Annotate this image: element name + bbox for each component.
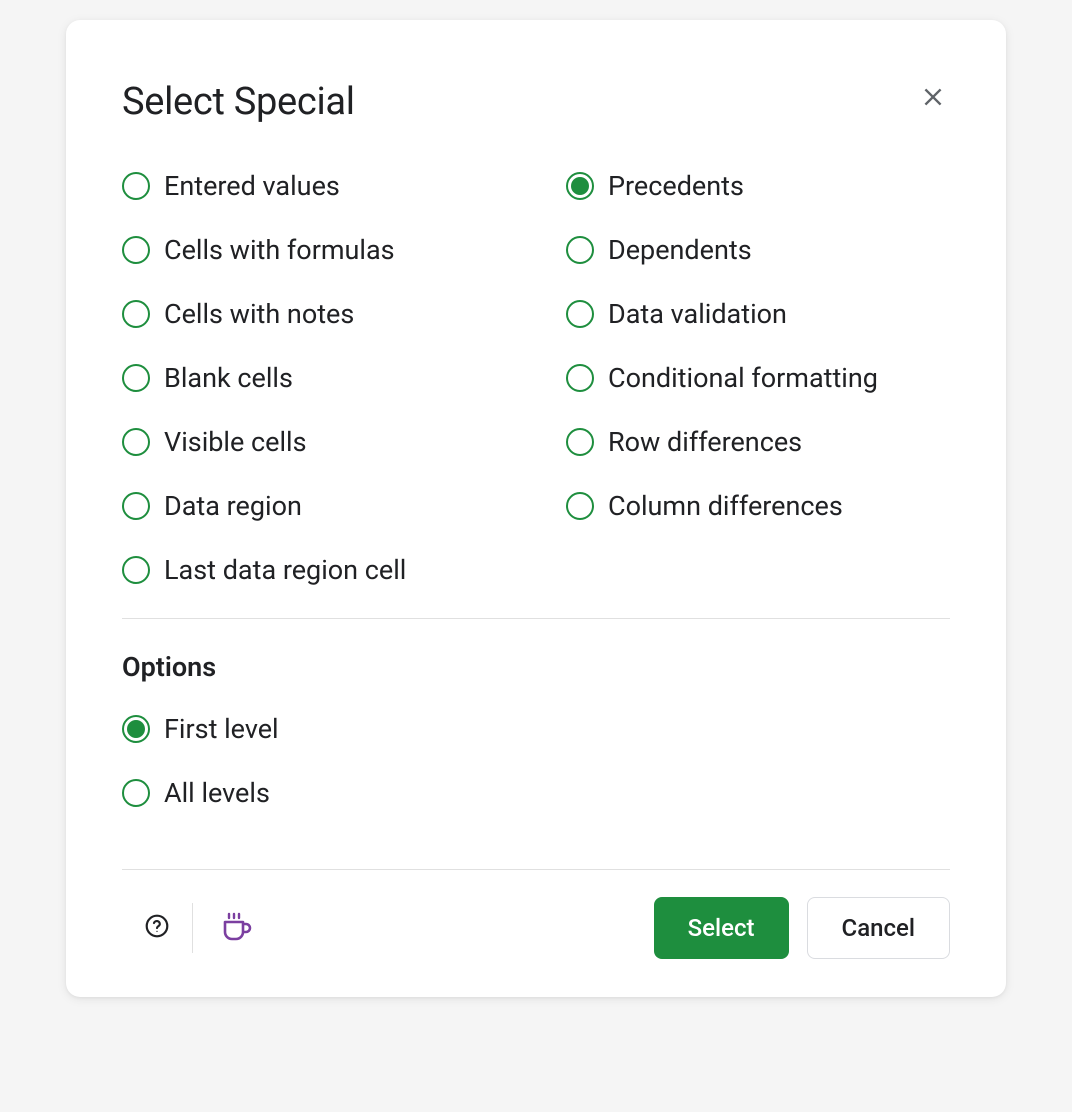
radio-indicator — [122, 779, 150, 807]
radio-indicator — [122, 364, 150, 392]
radio-visible-cells[interactable]: Visible cells — [122, 426, 506, 458]
radio-column-differences[interactable]: Column differences — [566, 490, 950, 522]
footer-right: Select Cancel — [654, 897, 950, 959]
radio-indicator — [122, 428, 150, 456]
radio-indicator — [566, 172, 594, 200]
radio-all-levels[interactable]: All levels — [122, 777, 950, 809]
coffee-button[interactable] — [193, 894, 277, 961]
radio-indicator — [566, 492, 594, 520]
radio-row-differences[interactable]: Row differences — [566, 426, 950, 458]
radio-label: Data validation — [608, 298, 787, 330]
radio-label: Dependents — [608, 234, 752, 266]
radio-blank-cells[interactable]: Blank cells — [122, 362, 506, 394]
radio-indicator — [566, 300, 594, 328]
select-button[interactable]: Select — [654, 897, 789, 959]
coffee-icon — [215, 906, 255, 949]
radio-label: Data region — [164, 490, 302, 522]
radio-label: Cells with formulas — [164, 234, 395, 266]
selection-column-left: Entered values Cells with formulas Cells w… — [122, 170, 506, 586]
radio-data-region[interactable]: Data region — [122, 490, 506, 522]
options-heading: Options — [122, 651, 950, 683]
radio-cells-notes[interactable]: Cells with notes — [122, 298, 506, 330]
radio-label: Visible cells — [164, 426, 307, 458]
options-group: First level All levels — [122, 713, 950, 809]
selection-type-group: Entered values Cells with formulas Cells w… — [122, 170, 950, 586]
radio-indicator — [122, 492, 150, 520]
help-icon — [144, 913, 170, 942]
select-special-dialog: Select Special Entered values Cells with … — [66, 20, 1006, 997]
radio-label: Precedents — [608, 170, 744, 202]
radio-label: All levels — [164, 777, 270, 809]
radio-indicator — [566, 236, 594, 264]
radio-label: Conditional formatting — [608, 362, 878, 394]
radio-label: Column differences — [608, 490, 843, 522]
dialog-footer: Select Cancel — [122, 869, 950, 961]
divider — [122, 618, 950, 619]
radio-indicator — [122, 300, 150, 328]
radio-label: Entered values — [164, 170, 340, 202]
dialog-header: Select Special — [122, 80, 950, 124]
radio-dependents[interactable]: Dependents — [566, 234, 950, 266]
cancel-button[interactable]: Cancel — [807, 897, 950, 959]
radio-last-data-region[interactable]: Last data region cell — [122, 554, 506, 586]
radio-data-validation[interactable]: Data validation — [566, 298, 950, 330]
help-button[interactable] — [122, 901, 192, 954]
radio-label: Blank cells — [164, 362, 293, 394]
radio-indicator — [122, 236, 150, 264]
radio-indicator — [122, 172, 150, 200]
radio-label: Cells with notes — [164, 298, 354, 330]
radio-precedents[interactable]: Precedents — [566, 170, 950, 202]
radio-label: Last data region cell — [164, 554, 406, 586]
radio-cells-formulas[interactable]: Cells with formulas — [122, 234, 506, 266]
radio-conditional-formatting[interactable]: Conditional formatting — [566, 362, 950, 394]
selection-column-right: Precedents Dependents Data validation Condi… — [566, 170, 950, 586]
footer-left — [122, 894, 277, 961]
radio-indicator — [566, 428, 594, 456]
close-icon — [920, 84, 946, 113]
close-button[interactable] — [916, 80, 950, 117]
radio-label: Row differences — [608, 426, 802, 458]
radio-first-level[interactable]: First level — [122, 713, 950, 745]
radio-indicator — [122, 715, 150, 743]
radio-entered-values[interactable]: Entered values — [122, 170, 506, 202]
radio-label: First level — [164, 713, 279, 745]
dialog-title: Select Special — [122, 80, 355, 124]
radio-indicator — [122, 556, 150, 584]
radio-indicator — [566, 364, 594, 392]
